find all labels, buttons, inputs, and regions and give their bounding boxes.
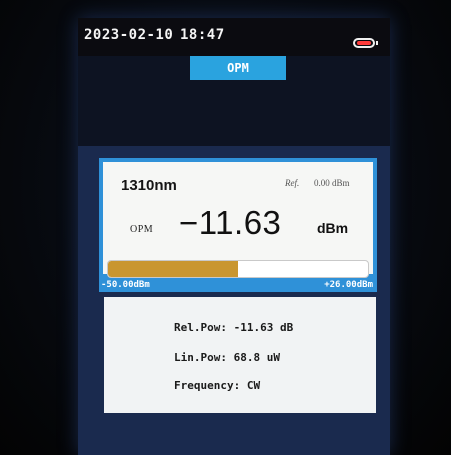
- scale-min-label: -50.00dBm: [101, 280, 150, 290]
- wavelength-value: 1310nm: [121, 177, 177, 194]
- mode-label: OPM: [130, 224, 154, 235]
- linear-power: Lin.Pow: 68.8 uW: [174, 351, 280, 364]
- battery-level: [357, 41, 371, 45]
- power-reading: −11.63: [179, 204, 282, 241]
- measurement-display: 1310nm Ref. 0.00 dBm OPM −11.63 dBm: [103, 162, 373, 278]
- battery-low-icon: [353, 38, 378, 48]
- power-level-fill: [108, 261, 238, 277]
- status-bar: 2023-02-10 18:47: [78, 18, 390, 56]
- power-unit: dBm: [317, 220, 349, 236]
- status-time: 18:47: [180, 27, 225, 43]
- power-level-bar: [107, 260, 369, 278]
- tab-opm[interactable]: OPM: [190, 56, 286, 80]
- status-date: 2023-02-10: [84, 27, 174, 43]
- relative-power: Rel.Pow: -11.63 dB: [174, 321, 294, 334]
- frequency: Frequency: CW: [174, 379, 261, 392]
- ref-value: 0.00 dBm: [314, 178, 350, 188]
- info-panel: Rel.Pow: -11.63 dB Lin.Pow: 68.8 uW Freq…: [104, 297, 376, 413]
- battery-terminal: [376, 41, 378, 45]
- ref-label: Ref.: [285, 178, 300, 188]
- scale-max-label: +26.00dBm: [324, 280, 373, 290]
- device-photo: 2023-02-10 18:47 OPM 1310nm Ref. 0.00 dB…: [0, 0, 451, 455]
- measurement-panel: 1310nm Ref. 0.00 dBm OPM −11.63 dBm -50.…: [99, 158, 377, 292]
- device-screen: 2023-02-10 18:47 OPM 1310nm Ref. 0.00 dB…: [78, 18, 390, 455]
